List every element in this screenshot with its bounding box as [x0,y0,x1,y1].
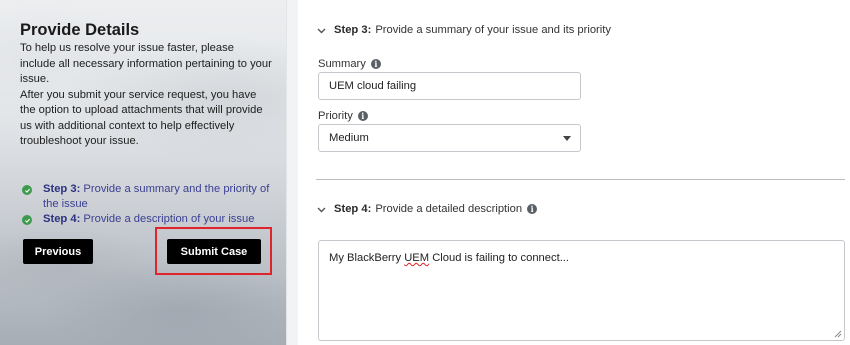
step-4-header-title: Provide a detailed description [375,203,523,215]
resize-handle-icon[interactable] [834,330,842,338]
step-3-header-title: Provide a summary of your issue and its … [375,24,611,36]
summary-label-text: Summary [318,58,366,70]
panel-description: To help us resolve your issue faster, pl… [20,41,272,150]
previous-button[interactable]: Previous [23,239,93,264]
description-text-start: My BlackBerry [329,252,405,264]
priority-label-text: Priority [318,110,353,122]
chevron-down-icon [317,28,326,33]
chevron-down-icon [317,207,326,212]
steps-list: Step 3: Provide a summary and the priori… [22,182,272,227]
step-3-header-label: Step 3: [334,24,372,36]
info-icon[interactable]: i [357,111,368,121]
submit-case-button[interactable]: Submit Case [167,239,261,264]
panel-title: Provide Details [20,21,140,39]
summary-input[interactable]: UEM cloud failing [318,72,581,100]
step-4-label: Step 4: [43,213,81,225]
provide-details-panel: Provide Details To help us resolve your … [0,0,286,345]
dropdown-caret-icon [563,135,571,141]
description-paragraph-1: To help us resolve your issue faster, pl… [20,42,272,85]
step-3-item: Step 3: Provide a summary and the priori… [22,182,272,212]
form-panel: Step 3: Provide a summary of your issue … [298,0,850,345]
description-misspelled-word: UEM [404,252,430,264]
info-icon[interactable]: i [527,204,538,214]
step-3-label: Step 3: [43,183,81,195]
info-icon[interactable]: i [370,59,381,69]
priority-label: Priority i [318,110,368,122]
section-divider [316,179,845,180]
check-icon [22,215,32,225]
step-4-text: Provide a description of your issue [83,213,255,225]
description-textarea[interactable]: My BlackBerry UEM Cloud is failing to co… [318,240,845,341]
priority-value: Medium [329,132,369,144]
panel-divider [286,0,298,345]
priority-select[interactable]: Medium [318,124,581,152]
step-4-header[interactable]: Step 4: Provide a detailed description i [316,203,538,215]
step-4-header-label: Step 4: [334,203,372,215]
description-paragraph-2: After you submit your service request, y… [20,88,263,148]
description-text-end: Cloud is failing to connect... [429,252,570,264]
step-3-header[interactable]: Step 3: Provide a summary of your issue … [316,24,611,36]
summary-label: Summary i [318,58,381,70]
step-4-item: Step 4: Provide a description of your is… [22,212,272,227]
check-icon [22,185,32,195]
